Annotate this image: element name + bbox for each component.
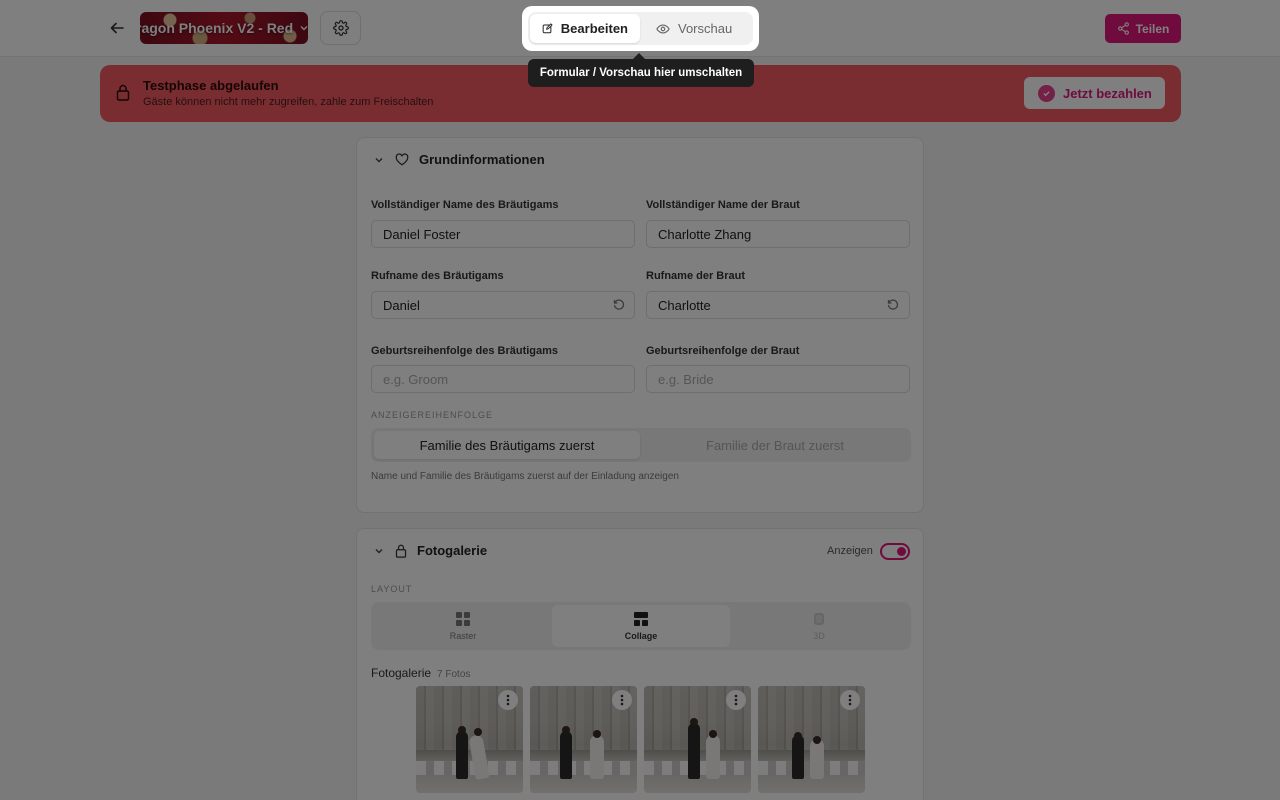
onboarding-overlay [0, 0, 1280, 800]
preview-mode-button[interactable]: Vorschau [644, 14, 751, 43]
edit-icon [542, 23, 553, 34]
eye-icon [656, 23, 670, 34]
mode-switch-track: Bearbeiten Vorschau [528, 12, 753, 45]
preview-mode-label: Vorschau [678, 21, 733, 36]
onboarding-tooltip: Formular / Vorschau hier umschalten [528, 53, 754, 87]
mode-switch: Bearbeiten Vorschau [522, 6, 759, 51]
edit-mode-label: Bearbeiten [560, 21, 628, 36]
edit-mode-button[interactable]: Bearbeiten [530, 14, 640, 43]
